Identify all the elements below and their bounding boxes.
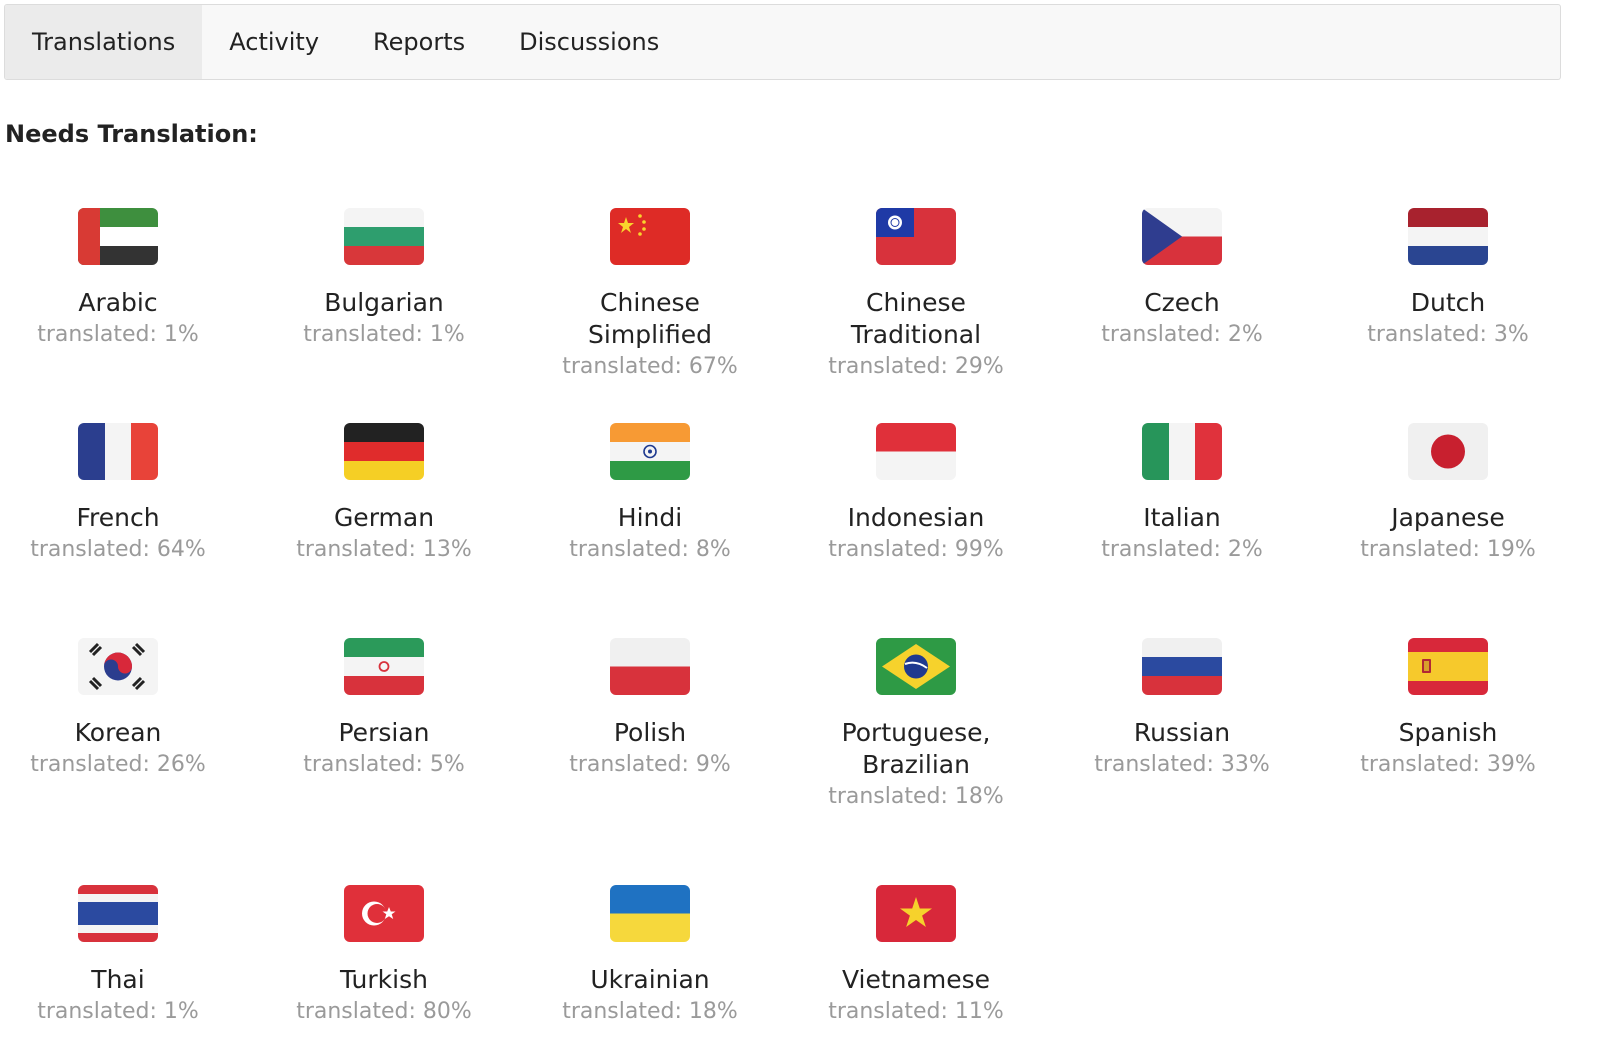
language-name: Korean — [74, 718, 162, 747]
translated-percent: translated: 1% — [303, 322, 465, 347]
language-item[interactable]: Thai translated: 1% — [0, 867, 251, 1050]
translated-percent: translated: 13% — [296, 537, 472, 562]
language-item[interactable]: Russian translated: 33% — [1049, 620, 1315, 835]
language-name: Chinese Simplified — [588, 288, 712, 349]
translated-percent: translated: 18% — [828, 784, 1004, 809]
language-item[interactable]: Czech translated: 2% — [1049, 190, 1315, 405]
language-name: Arabic — [78, 288, 158, 317]
spain-flag-icon — [1408, 638, 1488, 695]
translated-percent: translated: 8% — [569, 537, 731, 562]
language-name: German — [333, 503, 435, 532]
tab-bar: Translations Activity Reports Discussion… — [4, 4, 1561, 80]
language-item[interactable]: Italian translated: 2% — [1049, 405, 1315, 620]
translated-percent: translated: 18% — [562, 999, 738, 1024]
language-item[interactable]: Vietnamese translated: 11% — [783, 867, 1049, 1050]
translated-percent: translated: 19% — [1360, 537, 1536, 562]
translated-percent: translated: 39% — [1360, 752, 1536, 777]
taiwan-flag-icon — [876, 208, 956, 265]
turkey-flag-icon — [344, 885, 424, 942]
language-name: Polish — [613, 718, 687, 747]
translated-percent: translated: 99% — [828, 537, 1004, 562]
language-name: Persian — [338, 718, 430, 747]
language-item[interactable]: Korean translated: 26% — [0, 620, 251, 835]
tab-discussions[interactable]: Discussions — [492, 5, 686, 79]
language-grid: Arabic translated: 1% Bulgarian translated:… — [0, 190, 1585, 1050]
translated-percent: translated: 67% — [562, 354, 738, 379]
language-name: French — [76, 503, 160, 532]
translated-percent: translated: 2% — [1101, 537, 1263, 562]
india-flag-icon — [610, 423, 690, 480]
thailand-flag-icon — [78, 885, 158, 942]
language-name: Japanese — [1391, 503, 1505, 532]
language-item[interactable]: Hindi translated: 8% — [517, 405, 783, 620]
poland-flag-icon — [610, 638, 690, 695]
section-title: Needs Translation: — [5, 120, 258, 148]
language-item[interactable]: Bulgarian translated: 1% — [251, 190, 517, 405]
language-name: Bulgarian — [324, 288, 444, 317]
vietnam-flag-icon — [876, 885, 956, 942]
language-name: Ukrainian — [590, 965, 710, 994]
language-name: Portuguese, Brazilian — [841, 718, 991, 779]
language-item[interactable]: Persian translated: 5% — [251, 620, 517, 835]
iran-flag-icon — [344, 638, 424, 695]
language-name: Hindi — [617, 503, 683, 532]
tab-reports[interactable]: Reports — [346, 5, 492, 79]
tab-translations[interactable]: Translations — [5, 5, 203, 79]
translated-percent: translated: 1% — [37, 999, 199, 1024]
czech-flag-icon — [1142, 208, 1222, 265]
translated-percent: translated: 11% — [828, 999, 1004, 1024]
uae-flag-icon — [78, 208, 158, 265]
language-item[interactable]: Indonesian translated: 99% — [783, 405, 1049, 620]
translated-percent: translated: 80% — [296, 999, 472, 1024]
indonesia-flag-icon — [876, 423, 956, 480]
translated-percent: translated: 33% — [1094, 752, 1270, 777]
bulgaria-flag-icon — [344, 208, 424, 265]
language-item[interactable]: Arabic translated: 1% — [0, 190, 251, 405]
language-item[interactable]: Turkish translated: 80% — [251, 867, 517, 1050]
translated-percent: translated: 9% — [569, 752, 731, 777]
language-item[interactable]: Chinese Simplified translated: 67% — [517, 190, 783, 405]
language-item[interactable]: Japanese translated: 19% — [1315, 405, 1581, 620]
japan-flag-icon — [1408, 423, 1488, 480]
language-item[interactable]: German translated: 13% — [251, 405, 517, 620]
russia-flag-icon — [1142, 638, 1222, 695]
china-flag-icon — [610, 208, 690, 265]
translated-percent: translated: 1% — [37, 322, 199, 347]
language-item[interactable]: Chinese Traditional translated: 29% — [783, 190, 1049, 405]
france-flag-icon — [78, 423, 158, 480]
language-item[interactable]: Ukrainian translated: 18% — [517, 867, 783, 1050]
language-name: Chinese Traditional — [850, 288, 982, 349]
translated-percent: translated: 5% — [303, 752, 465, 777]
language-name: Vietnamese — [842, 965, 990, 994]
language-name: Czech — [1144, 288, 1220, 317]
italy-flag-icon — [1142, 423, 1222, 480]
translated-percent: translated: 3% — [1367, 322, 1529, 347]
language-item[interactable]: Portuguese, Brazilian translated: 18% — [783, 620, 1049, 835]
language-name: Indonesian — [847, 503, 985, 532]
germany-flag-icon — [344, 423, 424, 480]
language-item[interactable]: Spanish translated: 39% — [1315, 620, 1581, 835]
language-item[interactable]: Polish translated: 9% — [517, 620, 783, 835]
language-name: Russian — [1133, 718, 1231, 747]
translated-percent: translated: 64% — [30, 537, 206, 562]
language-name: Turkish — [340, 965, 428, 994]
netherlands-flag-icon — [1408, 208, 1488, 265]
language-item[interactable]: Dutch translated: 3% — [1315, 190, 1581, 405]
language-name: Thai — [91, 965, 145, 994]
translated-percent: translated: 26% — [30, 752, 206, 777]
translated-percent: translated: 2% — [1101, 322, 1263, 347]
tab-activity[interactable]: Activity — [202, 5, 346, 79]
translated-percent: translated: 29% — [828, 354, 1004, 379]
language-name: Spanish — [1398, 718, 1498, 747]
brazil-flag-icon — [876, 638, 956, 695]
language-name: Dutch — [1410, 288, 1486, 317]
language-item[interactable]: French translated: 64% — [0, 405, 251, 620]
ukraine-flag-icon — [610, 885, 690, 942]
korea-flag-icon — [78, 638, 158, 695]
language-name: Italian — [1143, 503, 1221, 532]
